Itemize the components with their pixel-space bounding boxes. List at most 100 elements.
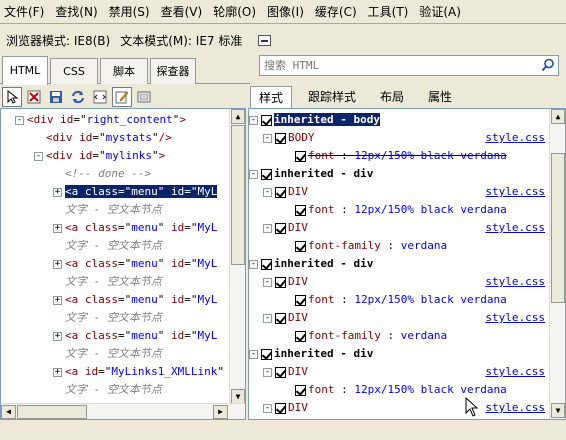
rule-checkbox[interactable] bbox=[275, 186, 286, 198]
property-value[interactable]: verdana bbox=[401, 419, 447, 420]
dom-node-row[interactable]: <div id="mystats"/> bbox=[34, 129, 172, 147]
group-checkbox[interactable] bbox=[261, 168, 272, 180]
search-input[interactable] bbox=[260, 56, 530, 75]
collapse-toggle-icon[interactable]: - bbox=[263, 133, 272, 143]
style-group-header[interactable]: - inherited - body bbox=[249, 111, 549, 129]
property-value[interactable]: 12px/150% black verdana bbox=[354, 383, 506, 396]
dom-node-row[interactable]: <!-- done --> bbox=[53, 165, 151, 183]
stylesheet-link[interactable]: style.css bbox=[485, 273, 545, 291]
style-property-row[interactable]: font : 12px/150% black verdana bbox=[295, 147, 565, 165]
dom-node-row[interactable]: + <a class="menu" id="MyL bbox=[53, 291, 217, 309]
dom-tree-vscrollbar[interactable]: ▲ ▼ bbox=[229, 109, 245, 405]
style-property-row[interactable]: font : 12px/150% black verdana bbox=[295, 291, 565, 309]
style-group-header[interactable]: - inherited - div bbox=[249, 255, 549, 273]
tab-html[interactable]: HTML bbox=[2, 56, 48, 85]
property-name[interactable]: font bbox=[308, 203, 335, 216]
property-checkbox[interactable] bbox=[295, 330, 306, 342]
collapse-toggle-icon[interactable]: - bbox=[263, 223, 272, 233]
subtab-style[interactable]: 样式 bbox=[250, 86, 293, 108]
collapse-toggle-icon[interactable]: - bbox=[263, 277, 272, 287]
style-property-row[interactable]: font-family : verdana bbox=[295, 417, 565, 420]
dom-node-row[interactable]: + <a class="menu" id="MyL bbox=[53, 219, 217, 237]
save-icon[interactable] bbox=[46, 87, 66, 107]
expand-toggle-icon[interactable]: - bbox=[34, 151, 43, 161]
style-property-row[interactable]: font : 12px/150% black verdana bbox=[295, 381, 565, 399]
style-rule-row[interactable]: - DIV style.css bbox=[263, 309, 547, 327]
dom-tree-hscrollbar[interactable]: ◀ ▶ bbox=[1, 403, 245, 419]
menu-item-2[interactable]: 禁用(S) bbox=[109, 3, 150, 20]
tab-script[interactable]: 脚本 bbox=[100, 58, 148, 84]
collapse-toggle-icon[interactable]: - bbox=[263, 313, 272, 323]
property-name[interactable]: font bbox=[308, 293, 335, 306]
style-rule-row[interactable]: - DIV style.css bbox=[263, 273, 547, 291]
property-value[interactable]: 12px/150% black verdana bbox=[354, 149, 506, 162]
style-rule-row[interactable]: - DIV style.css bbox=[263, 219, 547, 237]
property-value[interactable]: verdana bbox=[401, 239, 447, 252]
expand-toggle-icon[interactable]: + bbox=[53, 187, 62, 197]
property-value[interactable]: verdana bbox=[401, 329, 447, 342]
collapse-toggle-icon[interactable]: - bbox=[263, 187, 272, 197]
expand-toggle-icon[interactable]: + bbox=[53, 259, 62, 269]
styles-vscrollbar[interactable]: ▲ ▼ bbox=[549, 109, 565, 419]
style-rule-row[interactable]: - BODY style.css bbox=[263, 129, 547, 147]
menu-item-0[interactable]: 文件(F) bbox=[4, 3, 44, 20]
collapse-toggle-icon[interactable]: - bbox=[263, 367, 272, 377]
style-group-header[interactable]: - inherited - div bbox=[249, 345, 549, 363]
property-value[interactable]: 12px/150% black verdana bbox=[354, 203, 506, 216]
menu-item-8[interactable]: 验证(A) bbox=[419, 3, 461, 20]
rule-checkbox[interactable] bbox=[275, 222, 286, 234]
document-mode-menu[interactable]: 文本模式(M): IE7 标准 bbox=[120, 32, 242, 49]
subtab-layout[interactable]: 布局 bbox=[372, 86, 412, 108]
dom-node-row[interactable]: 文字 - 空文本节点 bbox=[53, 345, 162, 363]
search-icon[interactable] bbox=[541, 58, 555, 72]
dom-node-row[interactable]: + <a class="menu" id="MyL bbox=[53, 327, 217, 345]
rule-checkbox[interactable] bbox=[275, 132, 286, 144]
expand-toggle-icon[interactable]: + bbox=[53, 295, 62, 305]
property-checkbox[interactable] bbox=[295, 384, 306, 396]
property-checkbox[interactable] bbox=[295, 240, 306, 252]
refresh-icon[interactable] bbox=[68, 87, 88, 107]
group-checkbox[interactable] bbox=[261, 114, 272, 126]
menu-item-5[interactable]: 图像(I) bbox=[267, 3, 304, 20]
image-report-icon[interactable] bbox=[134, 87, 154, 107]
stylesheet-link[interactable]: style.css bbox=[485, 129, 545, 147]
group-checkbox[interactable] bbox=[261, 258, 272, 270]
stylesheet-link[interactable]: style.css bbox=[485, 399, 545, 417]
tab-css[interactable]: CSS bbox=[50, 58, 98, 84]
property-checkbox[interactable] bbox=[295, 294, 306, 306]
tab-profiler[interactable]: 探查器 bbox=[150, 58, 196, 84]
style-rule-row[interactable]: - DIV style.css bbox=[263, 183, 547, 201]
dom-node-row[interactable]: + <a id="MyLinks1_XMLLink" bbox=[53, 363, 224, 381]
property-name[interactable]: font-family bbox=[308, 419, 381, 420]
rule-checkbox[interactable] bbox=[275, 366, 286, 378]
stylesheet-link[interactable]: style.css bbox=[485, 219, 545, 237]
collapse-toggle-icon[interactable]: - bbox=[249, 349, 258, 359]
style-property-row[interactable]: font-family : verdana bbox=[295, 327, 565, 345]
property-name[interactable]: font bbox=[308, 149, 335, 162]
property-name[interactable]: font-family bbox=[308, 329, 381, 342]
word-wrap-icon[interactable] bbox=[90, 87, 110, 107]
rule-checkbox[interactable] bbox=[275, 402, 286, 414]
property-checkbox[interactable] bbox=[295, 150, 306, 162]
edit-icon[interactable] bbox=[112, 87, 132, 107]
style-property-row[interactable]: font : 12px/150% black verdana bbox=[295, 201, 565, 219]
dom-node-row[interactable]: 文字 - 空文本节点 bbox=[53, 309, 162, 327]
rule-checkbox[interactable] bbox=[275, 276, 286, 288]
property-checkbox[interactable] bbox=[295, 204, 306, 216]
property-value[interactable]: 12px/150% black verdana bbox=[354, 293, 506, 306]
group-checkbox[interactable] bbox=[261, 348, 272, 360]
dom-node-row[interactable]: 文字 - 空文本节点 bbox=[53, 381, 162, 399]
collapse-toggle-icon[interactable]: - bbox=[249, 169, 258, 179]
dom-node-row[interactable]: + <a class="menu" id="MyL bbox=[53, 255, 217, 273]
expand-toggle-icon[interactable]: + bbox=[53, 367, 62, 377]
stylesheet-link[interactable]: style.css bbox=[485, 309, 545, 327]
collapse-toggle-icon[interactable]: - bbox=[249, 259, 258, 269]
dom-node-row[interactable]: + <a class="menu" id="MyL bbox=[53, 183, 218, 201]
style-rule-row[interactable]: - DIV style.css bbox=[263, 363, 547, 381]
select-element-icon[interactable] bbox=[2, 87, 22, 107]
dom-node-row[interactable]: 文字 - 空文本节点 bbox=[53, 201, 162, 219]
property-name[interactable]: font bbox=[308, 383, 335, 396]
dom-node-row[interactable]: - <div id="mylinks"> bbox=[34, 147, 165, 165]
style-property-row[interactable]: font-family : verdana bbox=[295, 237, 565, 255]
property-name[interactable]: font-family bbox=[308, 239, 381, 252]
